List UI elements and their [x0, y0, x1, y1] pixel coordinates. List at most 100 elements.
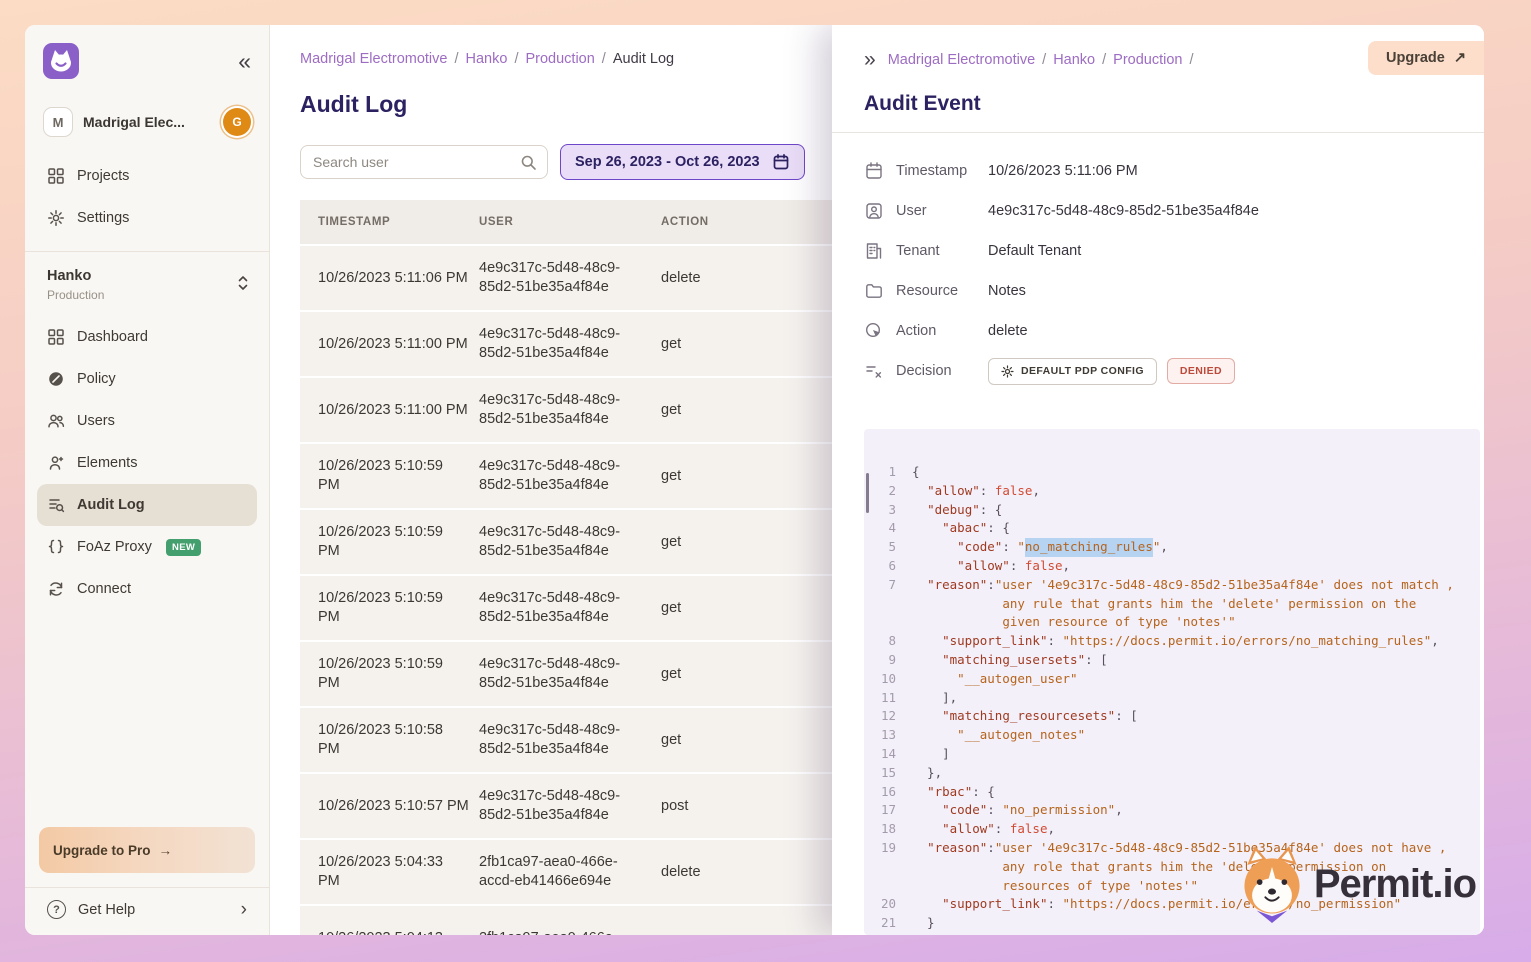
search-icon — [520, 154, 537, 171]
code-line: 11 ], — [872, 689, 1468, 708]
cell-user: 4e9c317c-5d48-48c9- 85d2-51be35a4f84e — [479, 259, 661, 297]
cell-timestamp: 10/26/2023 5:10:59 PM — [300, 655, 479, 693]
field-value: 4e9c317c-5d48-48c9-85d2-51be35a4f84e — [988, 203, 1259, 219]
sidebar-item-dashboard[interactable]: Dashboard — [37, 316, 257, 358]
cell-timestamp: 10/26/2023 5:10:59 PM — [300, 457, 479, 495]
gear-icon — [1001, 365, 1014, 378]
divider — [25, 251, 269, 252]
audit-event-fields: Timestamp 10/26/2023 5:11:06 PM User 4e9… — [864, 151, 1448, 391]
sidebar-item-audit-log[interactable]: Audit Log — [37, 484, 257, 526]
sidebar-item-connect[interactable]: Connect — [37, 568, 257, 610]
sidebar-item-label: Audit Log — [77, 497, 145, 513]
new-badge: NEW — [166, 539, 201, 556]
user-avatar[interactable]: G — [223, 108, 251, 136]
upgrade-to-pro-label: Upgrade to Pro — [53, 843, 151, 858]
cell-user: 4e9c317c-5d48-48c9- 85d2-51be35a4f84e — [479, 655, 661, 693]
calendar-icon — [864, 161, 884, 181]
code-line: 8 "support_link": "https://docs.permit.i… — [872, 632, 1468, 651]
org-switcher[interactable]: M Madrigal Elec... G — [43, 107, 251, 137]
sidebar-item-label: Connect — [77, 581, 131, 597]
breadcrumb-org[interactable]: Madrigal Electromotive — [888, 52, 1035, 68]
chevron-up-down-icon[interactable] — [236, 274, 251, 293]
cursor-click-icon — [864, 321, 884, 341]
braces-icon — [47, 538, 65, 556]
field-label: Timestamp — [896, 163, 988, 179]
field-tenant: Tenant Default Tenant — [864, 231, 1448, 271]
field-action: Action delete — [864, 311, 1448, 351]
cell-timestamp: 10/26/2023 5:10:57 PM — [300, 797, 479, 816]
breadcrumb-project[interactable]: Hanko — [1053, 52, 1095, 68]
column-header-user[interactable]: USER — [479, 216, 661, 228]
code-line: 7 "reason":"user '4e9c317c-5d48-48c9-85d… — [872, 576, 1468, 595]
cell-timestamp: 10/26/2023 5:10:59 PM — [300, 589, 479, 627]
cell-user: 4e9c317c-5d48-48c9- 85d2-51be35a4f84e — [479, 721, 661, 759]
sidebar-item-label: Settings — [77, 210, 129, 226]
cell-timestamp: 10/26/2023 5:04:33 PM — [300, 853, 479, 891]
field-value: delete — [988, 323, 1028, 339]
users-icon — [47, 412, 65, 430]
pdp-config-label: DEFAULT PDP CONFIG — [1021, 365, 1144, 377]
pdp-config-chip[interactable]: DEFAULT PDP CONFIG — [988, 358, 1157, 385]
code-line: 14 ] — [872, 745, 1468, 764]
cell-user: 4e9c317c-5d48-48c9- 85d2-51be35a4f84e — [479, 325, 661, 363]
gear-icon — [47, 209, 65, 227]
field-label: Action — [896, 323, 988, 339]
breadcrumb-project[interactable]: Hanko — [466, 51, 508, 67]
environment-name: Production — [47, 288, 247, 302]
permit-mascot-icon — [1234, 841, 1310, 927]
arrow-up-right-icon: ↗ — [1454, 50, 1466, 66]
field-timestamp: Timestamp 10/26/2023 5:11:06 PM — [864, 151, 1448, 191]
dashboard-icon — [47, 328, 65, 346]
upgrade-button[interactable]: Upgrade ↗ — [1368, 41, 1484, 75]
environment-switcher[interactable]: Hanko Production — [37, 264, 257, 304]
breadcrumb-environment[interactable]: Production — [525, 51, 594, 67]
sidebar-item-policy[interactable]: Policy — [37, 358, 257, 400]
permit-watermark: Permit.io — [1234, 841, 1482, 927]
breadcrumb-environment[interactable]: Production — [1113, 52, 1182, 68]
get-help-button[interactable]: ? Get Help › — [37, 890, 257, 923]
sidebar: « M Madrigal Elec... G Projects Settings — [25, 25, 270, 935]
sidebar-env-nav: Dashboard Policy Users Elements — [37, 316, 257, 610]
drawer-header: » Madrigal Electromotive / Hanko / Produ… — [864, 49, 1334, 70]
drawer-breadcrumb: Madrigal Electromotive / Hanko / Product… — [888, 52, 1194, 68]
org-name: Madrigal Elec... — [83, 114, 213, 130]
sidebar-item-label: Projects — [77, 168, 129, 184]
sidebar-collapse-icon[interactable]: « — [238, 50, 251, 73]
audit-log-icon — [47, 496, 65, 514]
cell-user: 4e9c317c-5d48-48c9- 85d2-51be35a4f84e — [479, 457, 661, 495]
code-line: given resource of type 'notes'" — [872, 613, 1468, 632]
decision-icon — [864, 361, 884, 381]
question-mark-icon: ? — [47, 900, 66, 919]
code-line: 15 }, — [872, 764, 1468, 783]
search-user-input[interactable] — [313, 154, 520, 170]
drawer-collapse-icon[interactable]: » — [864, 49, 876, 70]
grid-icon — [47, 167, 65, 185]
cell-timestamp: 10/26/2023 5:11:06 PM — [300, 269, 479, 288]
sidebar-item-label: Policy — [77, 371, 116, 387]
sidebar-item-users[interactable]: Users — [37, 400, 257, 442]
sidebar-header: « — [37, 43, 257, 79]
code-line: 13 "__autogen_notes" — [872, 726, 1468, 745]
code-line: 12 "matching_resourcesets": [ — [872, 707, 1468, 726]
calendar-icon — [772, 153, 790, 171]
code-line: 10 "__autogen_user" — [872, 670, 1468, 689]
cell-user: 4e9c317c-5d48-48c9- 85d2-51be35a4f84e — [479, 523, 661, 561]
code-line: 17 "code": "no_permission", — [872, 801, 1468, 820]
code-scrollbar[interactable] — [866, 473, 869, 513]
code-line: 2 "allow": false, — [872, 482, 1468, 501]
sidebar-item-foaz-proxy[interactable]: FoAz Proxy NEW — [37, 526, 257, 568]
sidebar-item-label: Dashboard — [77, 329, 148, 345]
field-label: User — [896, 203, 988, 219]
column-header-timestamp[interactable]: TIMESTAMP — [300, 216, 479, 228]
upgrade-to-pro-button[interactable]: Upgrade to Pro → — [39, 827, 255, 873]
sidebar-item-elements[interactable]: Elements — [37, 442, 257, 484]
cell-user: 2fb1ca97-aea0-466e- — [479, 929, 661, 936]
date-range-picker[interactable]: Sep 26, 2023 - Oct 26, 2023 — [560, 144, 805, 180]
code-line: 16 "rbac": { — [872, 783, 1468, 802]
sidebar-item-projects[interactable]: Projects — [37, 155, 257, 197]
sidebar-spacer — [37, 610, 257, 827]
code-line: 5 "code": "no_matching_rules", — [872, 538, 1468, 557]
code-line: 9 "matching_usersets": [ — [872, 651, 1468, 670]
breadcrumb-org[interactable]: Madrigal Electromotive — [300, 51, 447, 67]
sidebar-item-settings[interactable]: Settings — [37, 197, 257, 239]
